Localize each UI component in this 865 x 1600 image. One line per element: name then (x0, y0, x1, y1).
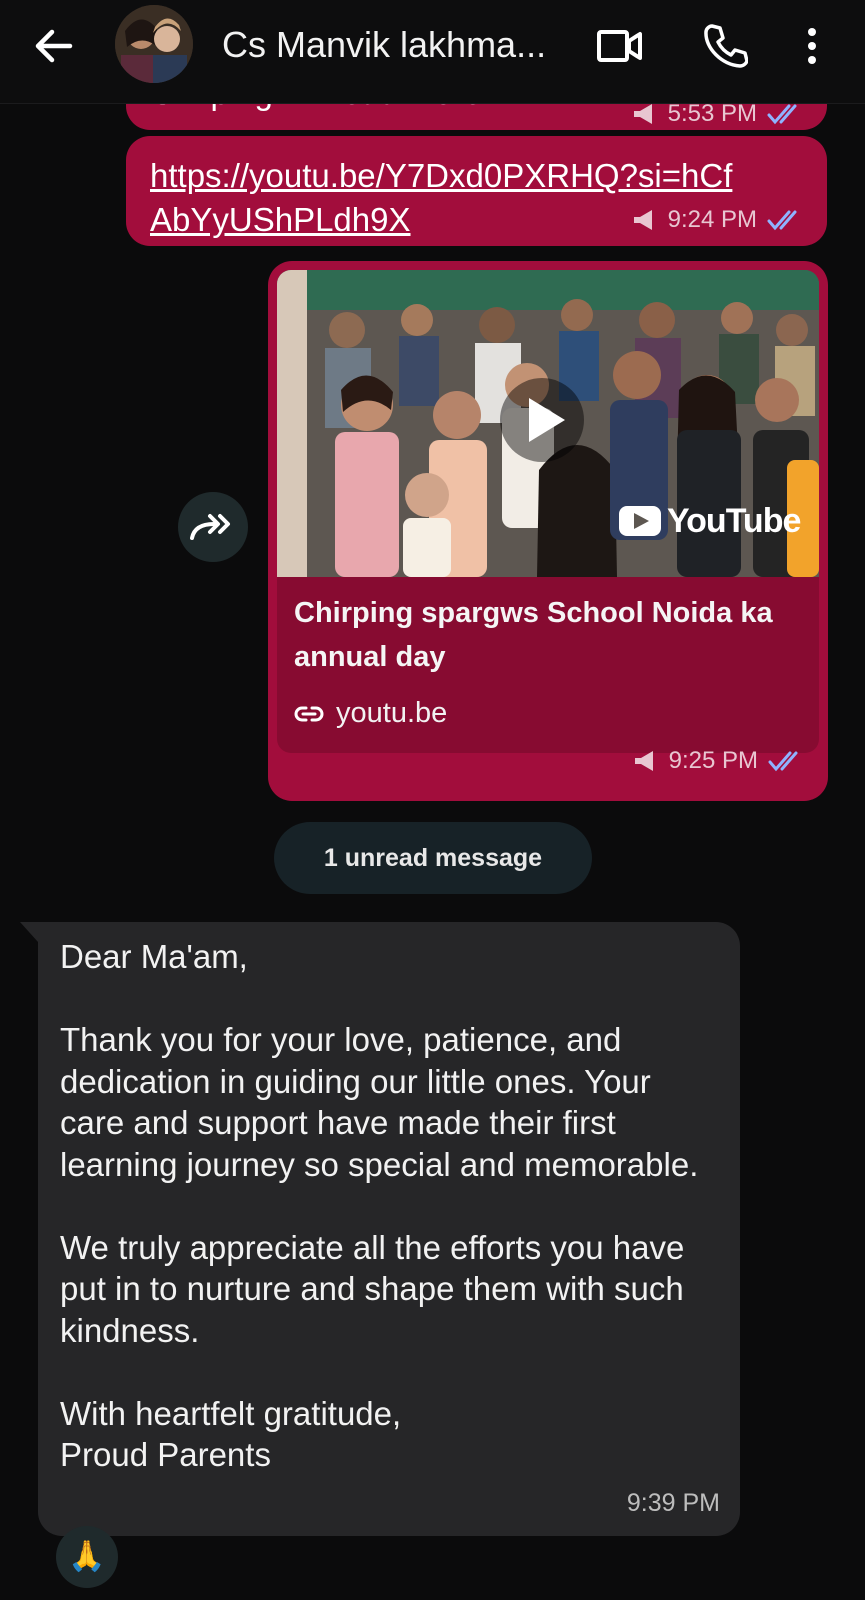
read-receipt-icon (768, 751, 798, 772)
link-preview[interactable]: Chirping spargws School Noida ka annual … (277, 577, 819, 753)
message-time: 5:53 PM (667, 100, 757, 127)
video-thumbnail[interactable]: YouTube (277, 270, 819, 577)
message-paragraph: Dear Ma'am, (60, 938, 248, 975)
message-meta: 9:25 PM (633, 747, 802, 775)
avatar[interactable] (115, 5, 193, 83)
megaphone-icon (633, 104, 652, 124)
read-receipt-icon (767, 210, 797, 231)
message-time: 9:25 PM (668, 747, 758, 774)
incoming-message-text: Dear Ma'am, Thank you for your love, pat… (60, 936, 720, 1476)
message-time: 9:24 PM (667, 206, 757, 233)
message-bubble-link[interactable]: https://youtu.be/Y7Dxd0PXRHQ?si=hCfAbYyU… (126, 136, 827, 246)
megaphone-icon (634, 751, 653, 771)
preview-domain-text: youtu.be (336, 697, 448, 729)
message-meta: 5:53 PM (632, 100, 801, 128)
message-time: 9:39 PM (626, 1489, 720, 1517)
message-meta: 9:24 PM (632, 206, 801, 234)
chat-screen: Cs Manvik lakhma... Chirping ... Read mo… (0, 0, 865, 1600)
message-paragraph: Thank you for your love, patience, and d… (60, 1021, 699, 1183)
forward-button[interactable] (178, 492, 248, 562)
preview-domain: youtu.be (294, 697, 447, 730)
back-arrow-icon[interactable] (30, 22, 78, 70)
forward-icon (190, 514, 230, 540)
reaction-badge[interactable]: 🙏 (56, 1526, 118, 1588)
phone-icon[interactable] (700, 20, 748, 68)
message-paragraph: With heartfelt gratitude, Proud Parents (60, 1394, 402, 1474)
contact-name[interactable]: Cs Manvik lakhma... (222, 22, 562, 68)
preview-title: Chirping spargws School Noida ka annual … (294, 597, 773, 673)
chat-header: Cs Manvik lakhma... (0, 0, 865, 104)
folded-hands-emoji: 🙏 (68, 1540, 106, 1573)
read-receipt-icon (767, 104, 797, 125)
youtube-watermark: YouTube (667, 502, 801, 540)
message-bubble-preview[interactable]: YouTube Chirping spargws School Noida ka… (268, 261, 828, 801)
unread-messages-divider: 1 unread message (274, 822, 592, 894)
link-icon (294, 706, 324, 721)
more-vertical-icon[interactable] (800, 22, 824, 70)
video-call-icon[interactable] (596, 24, 644, 68)
message-paragraph: We truly appreciate all the efforts you … (60, 1228, 685, 1349)
message-bubble-incoming[interactable]: Dear Ma'am, Thank you for your love, pat… (20, 922, 740, 1536)
megaphone-icon (633, 210, 652, 230)
